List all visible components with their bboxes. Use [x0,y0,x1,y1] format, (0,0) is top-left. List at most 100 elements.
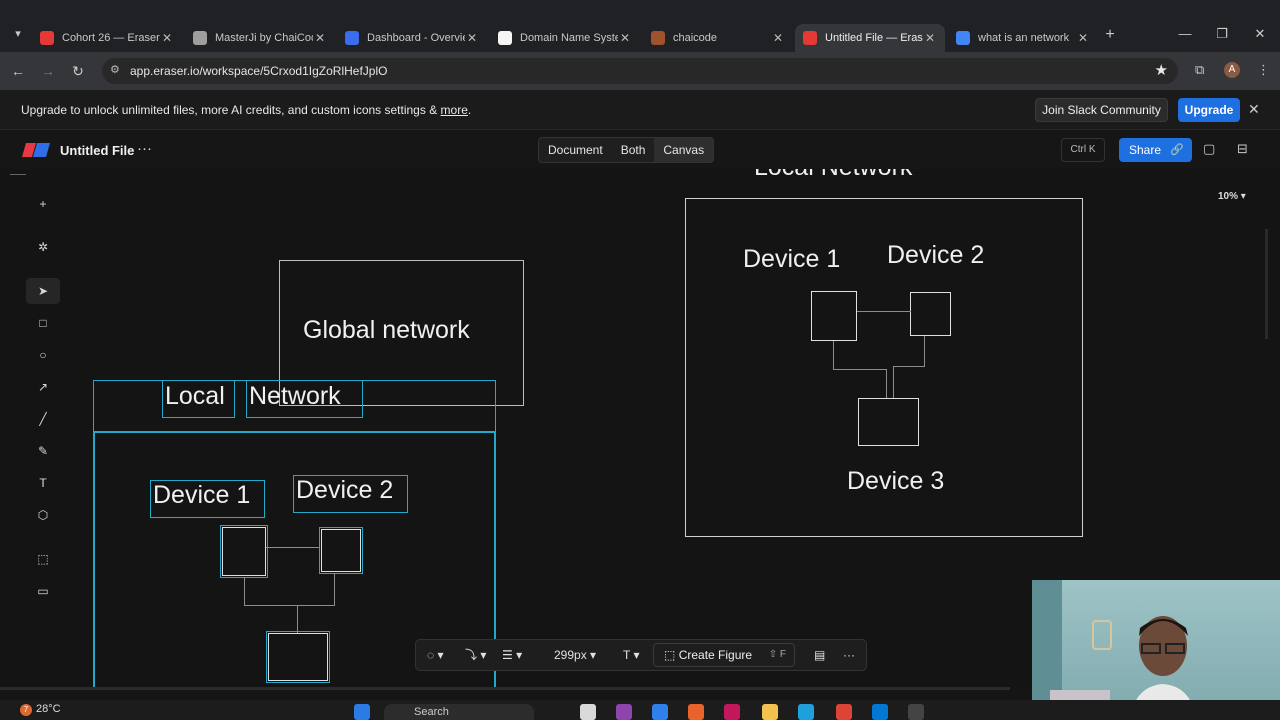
maximize-icon[interactable]: ❐ [1207,26,1237,42]
command-palette-button[interactable]: Ctrl K [1061,138,1105,162]
comment-icon[interactable]: ▤ [814,640,825,670]
close-window-icon[interactable]: ✕ [1245,26,1275,42]
tab-close-icon[interactable]: ✕ [771,31,785,45]
file-explorer-icon[interactable] [762,704,778,720]
panel-toggle-icon[interactable]: ⊟ [1237,141,1248,157]
file-name[interactable]: Untitled File [60,143,134,158]
bookmark-star-icon[interactable]: ★ [1155,61,1168,79]
frame-tool-icon[interactable]: ⬚ [26,546,60,572]
app-pink-icon[interactable] [724,704,740,720]
browser-tab[interactable]: Dashboard - Overview✕ [337,24,487,52]
tab-close-icon[interactable]: ✕ [313,31,327,45]
right-connector-right [893,366,925,367]
vscode-icon[interactable] [872,704,888,720]
browser-tab[interactable]: Domain Name System✕ [490,24,640,52]
fill-style-icon[interactable]: ◌ ▾ [427,640,444,670]
browser-tab[interactable]: chaicode ✕ [643,24,793,52]
tab-search-chevron-icon[interactable]: ▾ [8,24,28,44]
new-tab-button[interactable]: + [1101,26,1119,44]
app-misc-icon[interactable] [908,704,924,720]
text-style-select[interactable]: T ▾ [623,640,639,670]
join-slack-button[interactable]: Join Slack Community [1035,98,1168,122]
forward-icon[interactable]: → [39,62,57,80]
create-figure-shortcut: ⇧ F [768,649,786,660]
pen-tool-icon[interactable]: ✎ [26,438,60,464]
browser-tab[interactable]: what is an network ✕ [948,24,1098,52]
select-tool-icon[interactable]: ➤ [26,278,60,304]
right-connector-v3 [886,369,887,398]
tab-close-icon[interactable]: ✕ [160,31,174,45]
ai-sparkle-icon[interactable]: ✲ [26,234,60,260]
global-network-label[interactable]: Global network [303,316,470,345]
local-label[interactable]: Local [165,382,225,411]
store-icon[interactable] [652,704,668,720]
address-bar[interactable]: ⚙ app.eraser.io/workspace/5Crxod1IgZoRlH… [102,58,1178,84]
banner-close-icon[interactable]: ✕ [1248,101,1260,118]
left-device2-label[interactable]: Device 2 [296,476,393,505]
minimize-icon[interactable]: — [1170,26,1200,41]
align-icon[interactable]: ☰ ▾ [502,640,522,670]
view-document-button[interactable]: Document [539,138,612,162]
weather-widget[interactable]: 7 28°C [20,703,61,716]
share-button[interactable]: Share 🔗 [1119,138,1192,162]
right-device2-node[interactable] [910,292,951,336]
browser-tab[interactable]: Untitled File — Eraser ✕ [795,24,945,52]
left-device1-node[interactable] [222,527,266,576]
edge-icon[interactable] [798,704,814,720]
browser-menu-icon[interactable]: ⋮ [1257,62,1270,78]
ellipse-tool-icon[interactable]: ○ [26,342,60,368]
rectangle-tool-icon[interactable]: □ [26,310,60,336]
taskbar-search[interactable]: Search [384,704,534,720]
right-device2-label[interactable]: Device 2 [887,241,984,270]
back-icon[interactable]: ← [9,62,27,80]
tab-close-icon[interactable]: ✕ [618,31,632,45]
banner-more-link[interactable]: more [441,103,468,117]
zoom-level[interactable]: 10% ▾ [1218,191,1246,202]
arrow-tool-icon[interactable]: ↗ [26,374,60,400]
right-device1-node[interactable] [811,291,857,341]
view-both-button[interactable]: Both [612,138,655,162]
add-icon[interactable]: + [26,191,60,217]
right-device3-node[interactable] [858,398,919,446]
create-figure-button[interactable]: ⬚ Create Figure ⇧ F [653,643,795,667]
app-orange-icon[interactable] [688,704,704,720]
taskview-icon[interactable] [580,704,596,720]
file-menu-icon[interactable]: ··· [137,140,152,157]
extensions-icon[interactable]: ⧉ [1195,62,1204,78]
network-label[interactable]: Network [249,382,341,411]
left-device1-label[interactable]: Device 1 [153,481,250,510]
comments-icon[interactable]: ▢ [1203,141,1215,157]
line-tool-icon[interactable]: ╱ [26,406,60,432]
view-canvas-button[interactable]: Canvas [654,138,714,162]
shapes-tool-icon[interactable]: ⬡ [26,502,60,528]
vertical-scrollbar[interactable] [1265,229,1268,339]
upgrade-button[interactable]: Upgrade [1178,98,1240,122]
right-device1-label[interactable]: Device 1 [743,245,840,274]
copilot-icon[interactable] [616,704,632,720]
tab-title: what is an network [978,32,1070,44]
font-size-select[interactable]: 299px ▾ [554,640,596,670]
top-partial-label[interactable]: Local Network [754,169,912,182]
browser-tab[interactable]: Cohort 26 — Eraser ✕ [32,24,182,52]
site-info-icon[interactable]: ⚙ [110,63,120,76]
comment-tool-icon[interactable]: ▭ [26,578,60,604]
tab-close-icon[interactable]: ✕ [923,31,937,45]
chrome-icon[interactable] [836,704,852,720]
left-device2-node[interactable] [321,529,361,572]
tab-close-icon[interactable]: ✕ [465,31,479,45]
connector-style-icon[interactable]: ⤵ ▾ [465,640,486,670]
tab-title: Cohort 26 — Eraser [62,32,160,44]
tab-close-icon[interactable]: ✕ [1076,31,1090,45]
create-figure-label: Create Figure [678,648,753,662]
taskbar-search-label: Search [414,706,449,718]
view-switcher: Document Both Canvas [538,137,715,163]
windows-start-icon[interactable] [354,704,370,720]
profile-avatar[interactable]: A [1224,62,1240,78]
horizontal-scrollbar[interactable] [0,687,1010,690]
text-tool-icon[interactable]: T [26,470,60,496]
reload-icon[interactable]: ↻ [69,62,87,80]
browser-tab[interactable]: MasterJi by ChaiCode ✕ [185,24,335,52]
more-options-icon[interactable]: ··· [843,640,855,670]
right-device3-label[interactable]: Device 3 [847,467,944,496]
left-device3-node[interactable] [268,633,328,681]
